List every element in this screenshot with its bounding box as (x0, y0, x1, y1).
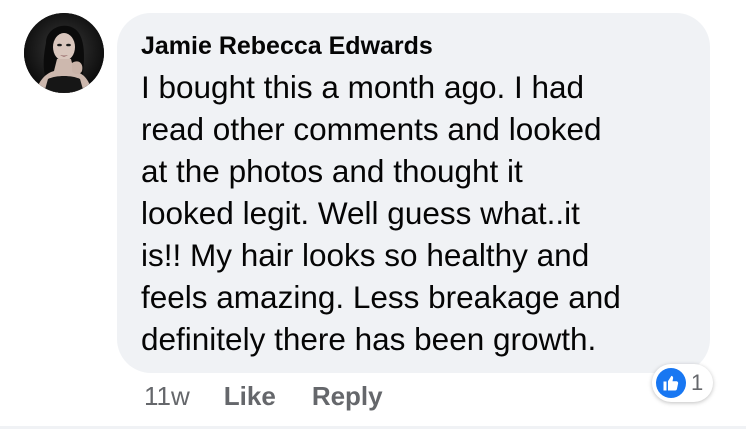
comment-author[interactable]: Jamie Rebecca Edwards (141, 31, 690, 61)
avatar[interactable] (24, 13, 104, 93)
thumbs-up-glyph (663, 375, 679, 391)
comment-timestamp[interactable]: 11w (144, 381, 190, 412)
reaction-count: 1 (691, 370, 704, 395)
reaction-summary[interactable]: 1 (652, 364, 714, 402)
comment: Jamie Rebecca Edwards I bought this a mo… (0, 0, 746, 429)
like-button[interactable]: Like (224, 381, 276, 412)
comment-actions: 11w Like Reply (144, 377, 419, 415)
profile-photo (24, 13, 104, 93)
comment-text: I bought this a month ago. I had read ot… (141, 69, 621, 357)
comment-bubble: Jamie Rebecca Edwards I bought this a mo… (117, 13, 710, 373)
thumbs-up-icon (656, 368, 686, 398)
reply-button[interactable]: Reply (312, 381, 383, 412)
